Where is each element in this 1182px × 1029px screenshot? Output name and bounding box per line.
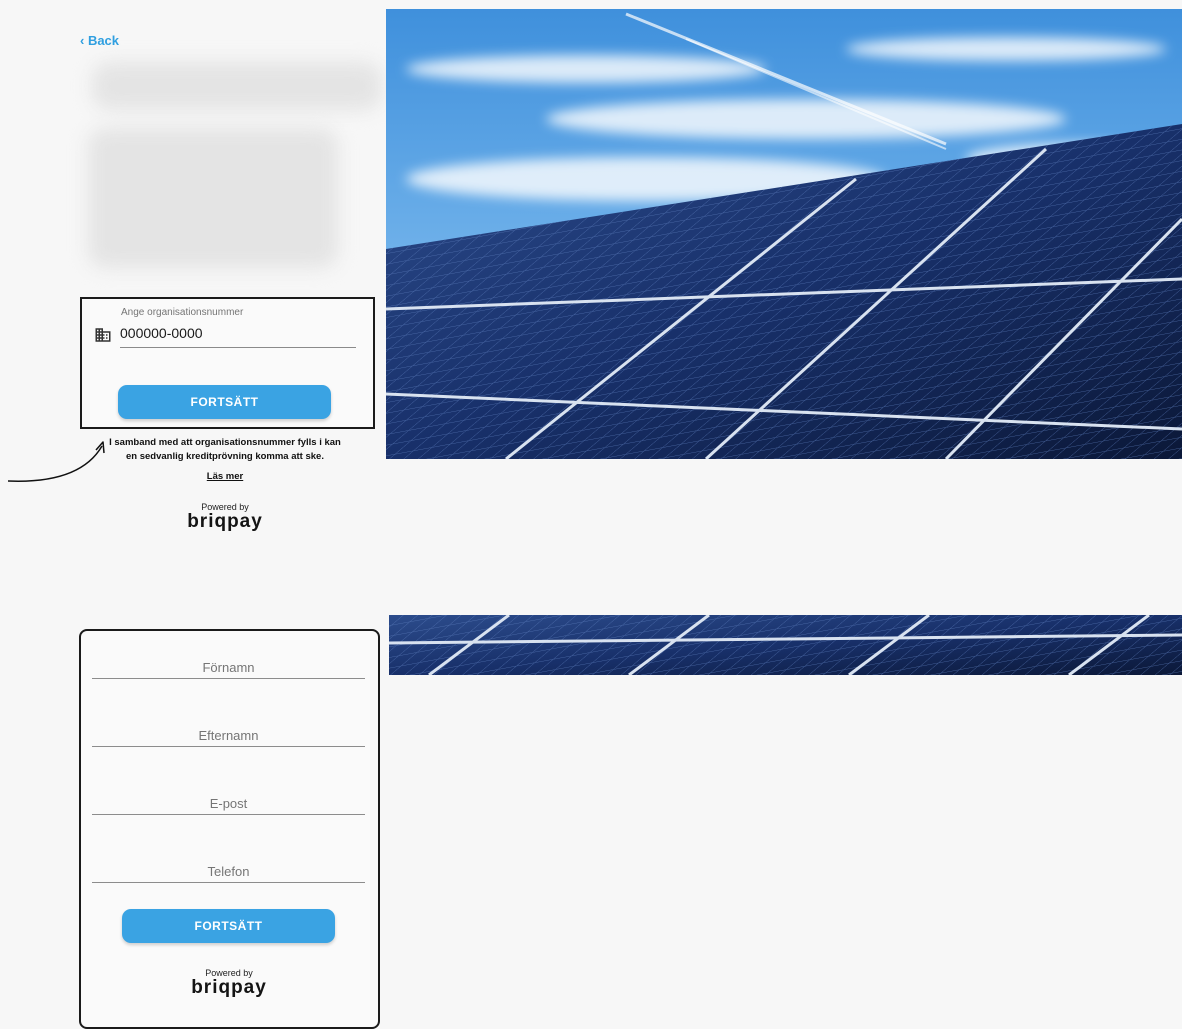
contact-form-card: FORTSÄTT Powered by briqpay [79,629,380,1029]
solar-panels-image [386,9,1182,459]
back-link[interactable]: ‹ Back [80,33,119,48]
curved-arrow-icon [7,441,105,482]
blurred-heading [92,62,382,110]
org-number-label: Ange organisationsnummer [121,307,244,318]
first-name-field[interactable] [92,656,365,679]
powered-by-bottom: Powered by briqpay [159,968,299,999]
last-name-field[interactable] [92,724,365,747]
org-number-input[interactable] [120,321,356,348]
read-more-link[interactable]: Läs mer [180,471,270,482]
briqpay-logo: briqpay [187,511,263,532]
org-number-box: Ange organisationsnummer FORTSÄTT [80,297,375,429]
powered-by: Powered by briqpay [155,502,295,533]
phone-field[interactable] [92,860,365,883]
blurred-description [88,128,338,268]
credit-check-notice: I samband med att organisationsnummer fy… [109,437,341,462]
email-field[interactable] [92,792,365,815]
contact-continue-button[interactable]: FORTSÄTT [122,909,335,943]
solar-panels-strip [389,615,1182,675]
briqpay-logo: briqpay [191,977,267,998]
building-icon [95,328,111,342]
continue-button[interactable]: FORTSÄTT [118,385,331,419]
